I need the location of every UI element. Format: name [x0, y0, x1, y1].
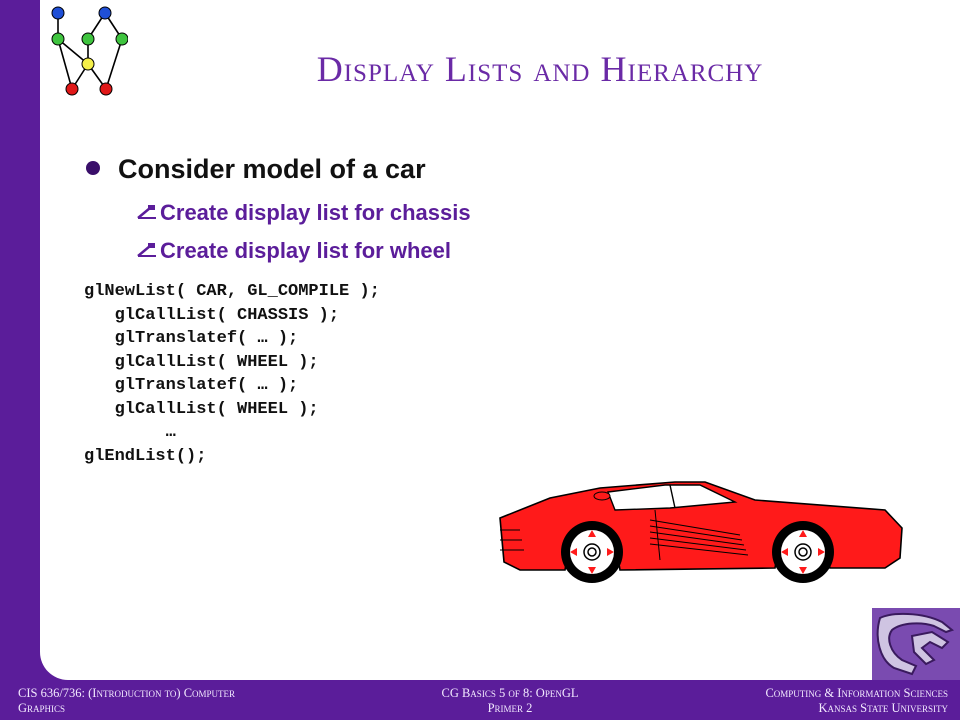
code-line: glNewList( CAR, GL_COMPILE ); [84, 282, 380, 301]
bullet-item: Consider model of a car [86, 154, 426, 185]
bullet-text: Consider model of a car [118, 154, 426, 184]
sub-bullet-icon [137, 205, 156, 220]
bullet-dot-icon [86, 160, 100, 175]
sub-bullet-icon [137, 243, 156, 258]
code-line: glEndList(); [84, 446, 207, 466]
wildcat-logo [872, 608, 960, 680]
footer-department: Computing & Information Sciences Kansas … [660, 686, 948, 716]
footer-course: CIS 636/736: (Introduction to) Computer … [18, 686, 348, 716]
code-block: glNewList( CAR, GL_COMPILE ); glCallList… [84, 280, 380, 468]
sub-item-text: Create display list for wheel [160, 238, 451, 263]
slide-title: Display Lists and Hierarchy [316, 49, 764, 89]
car-illustration [499, 481, 903, 583]
sub-item-wheel: Create display list for wheel [136, 238, 451, 264]
sub-item-chassis: Create display list for chassis [136, 200, 471, 226]
code-line: glTranslatef( … ); [84, 329, 299, 348]
code-line: glCallList( WHEEL ); [84, 399, 319, 419]
code-line: glCallList( WHEEL ); [84, 352, 319, 372]
sub-item-text: Create display list for chassis [160, 200, 471, 225]
footer-department-line2: Kansas State University [818, 701, 948, 715]
footer-lecture: CG Basics 5 of 8: OpenGL Primer 2 [380, 686, 640, 716]
footer-course-line2: Graphics [18, 701, 66, 715]
left-frame-bar [0, 0, 40, 720]
footer-department-line1: Computing & Information Sciences [765, 686, 948, 700]
graph-tree-icon [51, 6, 128, 96]
code-line: glTranslatef( … ); [84, 376, 299, 395]
footer-lecture-line2: Primer 2 [487, 701, 533, 715]
footer-course-line1: CIS 636/736: (Introduction to) Computer [18, 686, 236, 700]
code-line: glCallList( CHASSIS ); [84, 305, 340, 325]
code-line: … [84, 423, 176, 442]
footer-lecture-line1: CG Basics 5 of 8: OpenGL [441, 686, 579, 700]
